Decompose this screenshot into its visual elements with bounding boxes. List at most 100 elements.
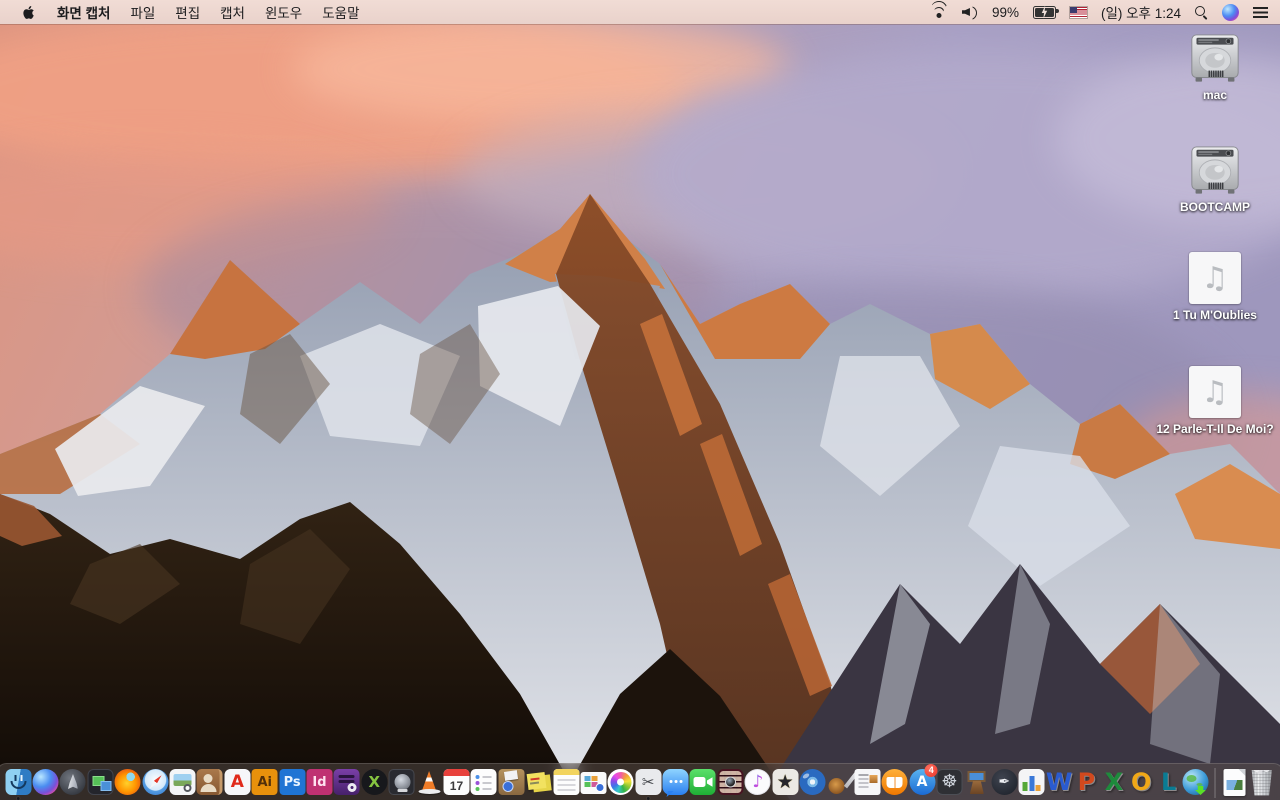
msn-globe-icon xyxy=(1183,769,1209,795)
apple-menu[interactable] xyxy=(10,0,47,24)
dock-indesign[interactable]: Id xyxy=(306,767,333,797)
dock-pages[interactable]: ✒ xyxy=(991,767,1018,797)
dock-photoshop[interactable]: Ps xyxy=(278,767,306,797)
dock-xee[interactable]: X xyxy=(361,767,388,797)
music-note-icon: ♫ xyxy=(1201,374,1229,410)
dock-archive-box[interactable] xyxy=(498,767,525,797)
menu-item-3[interactable]: 윈도우 xyxy=(255,2,312,22)
dock-facetime[interactable] xyxy=(689,767,716,797)
desktop-icon-bootcamp[interactable]: BOOTCAMP xyxy=(1156,146,1274,214)
active-app-menu[interactable]: 화면 캡처 xyxy=(47,2,120,22)
dock-toast[interactable] xyxy=(333,767,360,797)
menu-item-2[interactable]: 캡처 xyxy=(210,2,255,22)
xee-glyph: X xyxy=(368,772,381,791)
dock-excel[interactable]: X xyxy=(1100,767,1127,797)
finder-running-indicator xyxy=(16,796,20,800)
menu-item-1[interactable]: 편집 xyxy=(165,2,210,22)
garageband-icon xyxy=(827,769,853,795)
dock-app-store[interactable]: A4 xyxy=(908,764,938,797)
dock-dvd-player[interactable] xyxy=(799,767,826,797)
spotlight-search-icon[interactable] xyxy=(1195,5,1208,19)
dock-photo-booth[interactable] xyxy=(717,767,744,797)
dock-ibooks[interactable] xyxy=(881,767,908,797)
dock-image-doc[interactable] xyxy=(580,767,607,797)
dock-finder[interactable] xyxy=(5,767,32,800)
audio-file-icon: ♫ xyxy=(1189,252,1241,304)
dock-numbers[interactable] xyxy=(1018,767,1045,797)
desktop-icon-label: 12 Parle-T-Il De Moi? xyxy=(1156,422,1274,436)
dock-messages[interactable] xyxy=(662,767,689,797)
dock-msn-globe[interactable] xyxy=(1182,767,1209,797)
photo-booth-icon xyxy=(717,769,744,795)
grab-running-indicator xyxy=(646,796,650,800)
wifi-icon[interactable] xyxy=(930,1,948,18)
dock-mini-doc[interactable] xyxy=(1221,767,1248,797)
volume-icon[interactable] xyxy=(962,6,978,18)
dock-word[interactable]: W xyxy=(1045,767,1072,797)
indesign-glyph: Id xyxy=(312,774,327,790)
firefox-icon xyxy=(114,769,141,795)
dock-news-doc[interactable] xyxy=(854,767,881,797)
dock-imovie[interactable]: ★ xyxy=(771,767,799,797)
imovie-icon: ★ xyxy=(772,769,799,795)
launchpad-icon xyxy=(59,769,86,795)
preview-icon xyxy=(169,769,196,795)
dock-acrobat[interactable]: A xyxy=(224,767,251,797)
archive-box-icon xyxy=(498,769,525,795)
dock-drive-tool[interactable] xyxy=(388,767,415,797)
dock-firefox[interactable] xyxy=(114,767,141,797)
dock-calendar[interactable]: 17 xyxy=(443,767,470,797)
image-doc-icon xyxy=(580,772,607,794)
contacts-icon xyxy=(196,769,223,795)
audio-file-icon: ♫ xyxy=(1189,366,1241,418)
dock-mission-control[interactable] xyxy=(87,767,114,797)
itunes-icon: ♪ xyxy=(744,769,771,795)
imovie-glyph: ★ xyxy=(776,770,794,793)
dock-wheel-app[interactable]: ☸ xyxy=(936,767,963,797)
calendar-icon: 17 xyxy=(443,769,470,795)
dock-garageband[interactable] xyxy=(826,767,853,797)
dock-itunes[interactable]: ♪ xyxy=(744,767,771,797)
dock-safari[interactable] xyxy=(141,767,169,797)
illustrator-glyph: Ai xyxy=(257,774,272,790)
word-icon: W xyxy=(1046,769,1072,795)
dock-photos[interactable] xyxy=(607,767,634,797)
menu-item-4[interactable]: 도움말 xyxy=(312,2,369,22)
desktop-icon-mac[interactable]: mac xyxy=(1156,34,1274,102)
dock-reminders[interactable] xyxy=(470,767,497,797)
dock-lync[interactable]: L xyxy=(1155,767,1182,797)
wallpaper-sierra-mountain xyxy=(0,24,1280,800)
app-store-glyph: A xyxy=(916,774,928,790)
dock-contacts[interactable] xyxy=(196,767,223,797)
dock-powerpoint[interactable]: P xyxy=(1073,767,1100,797)
menu-bar-clock[interactable]: (일) 오후 1:24 xyxy=(1101,2,1181,22)
messages-icon xyxy=(662,769,689,795)
finder-icon xyxy=(5,769,32,795)
dock-stickies[interactable] xyxy=(525,767,552,797)
dock-notes[interactable] xyxy=(552,767,580,797)
desktop-icon-song-2[interactable]: ♫ 12 Parle-T-Il De Moi? xyxy=(1156,366,1274,436)
itunes-glyph: ♪ xyxy=(752,771,764,792)
excel-icon: X xyxy=(1101,769,1127,795)
dock-siri[interactable] xyxy=(32,767,59,797)
desktop-icon-label: 1 Tu M'Oublies xyxy=(1173,308,1257,322)
battery-charging-icon[interactable] xyxy=(1032,5,1059,19)
us-flag-icon[interactable] xyxy=(1068,5,1088,19)
menu-item-0[interactable]: 파일 xyxy=(120,2,165,22)
notification-center-icon[interactable] xyxy=(1253,6,1268,18)
dock-vlc[interactable] xyxy=(415,767,442,797)
keynote-icon xyxy=(964,769,990,795)
siri-icon[interactable] xyxy=(1222,3,1239,21)
dock-trash[interactable] xyxy=(1248,767,1275,797)
photos-icon xyxy=(607,769,634,795)
dock-preview[interactable] xyxy=(169,767,196,797)
xee-icon: X xyxy=(361,769,388,795)
drive-tool-icon xyxy=(388,769,415,795)
dock-keynote[interactable] xyxy=(963,767,990,797)
dock-illustrator[interactable]: Ai xyxy=(251,767,278,797)
dock-launchpad[interactable] xyxy=(59,767,86,797)
dock-outlook[interactable]: O xyxy=(1128,767,1155,797)
desktop-icon-song-1[interactable]: ♫ 1 Tu M'Oublies xyxy=(1156,252,1274,322)
grab-glyph: ✂ xyxy=(641,772,655,791)
dock-grab[interactable]: ✂ xyxy=(635,767,662,800)
